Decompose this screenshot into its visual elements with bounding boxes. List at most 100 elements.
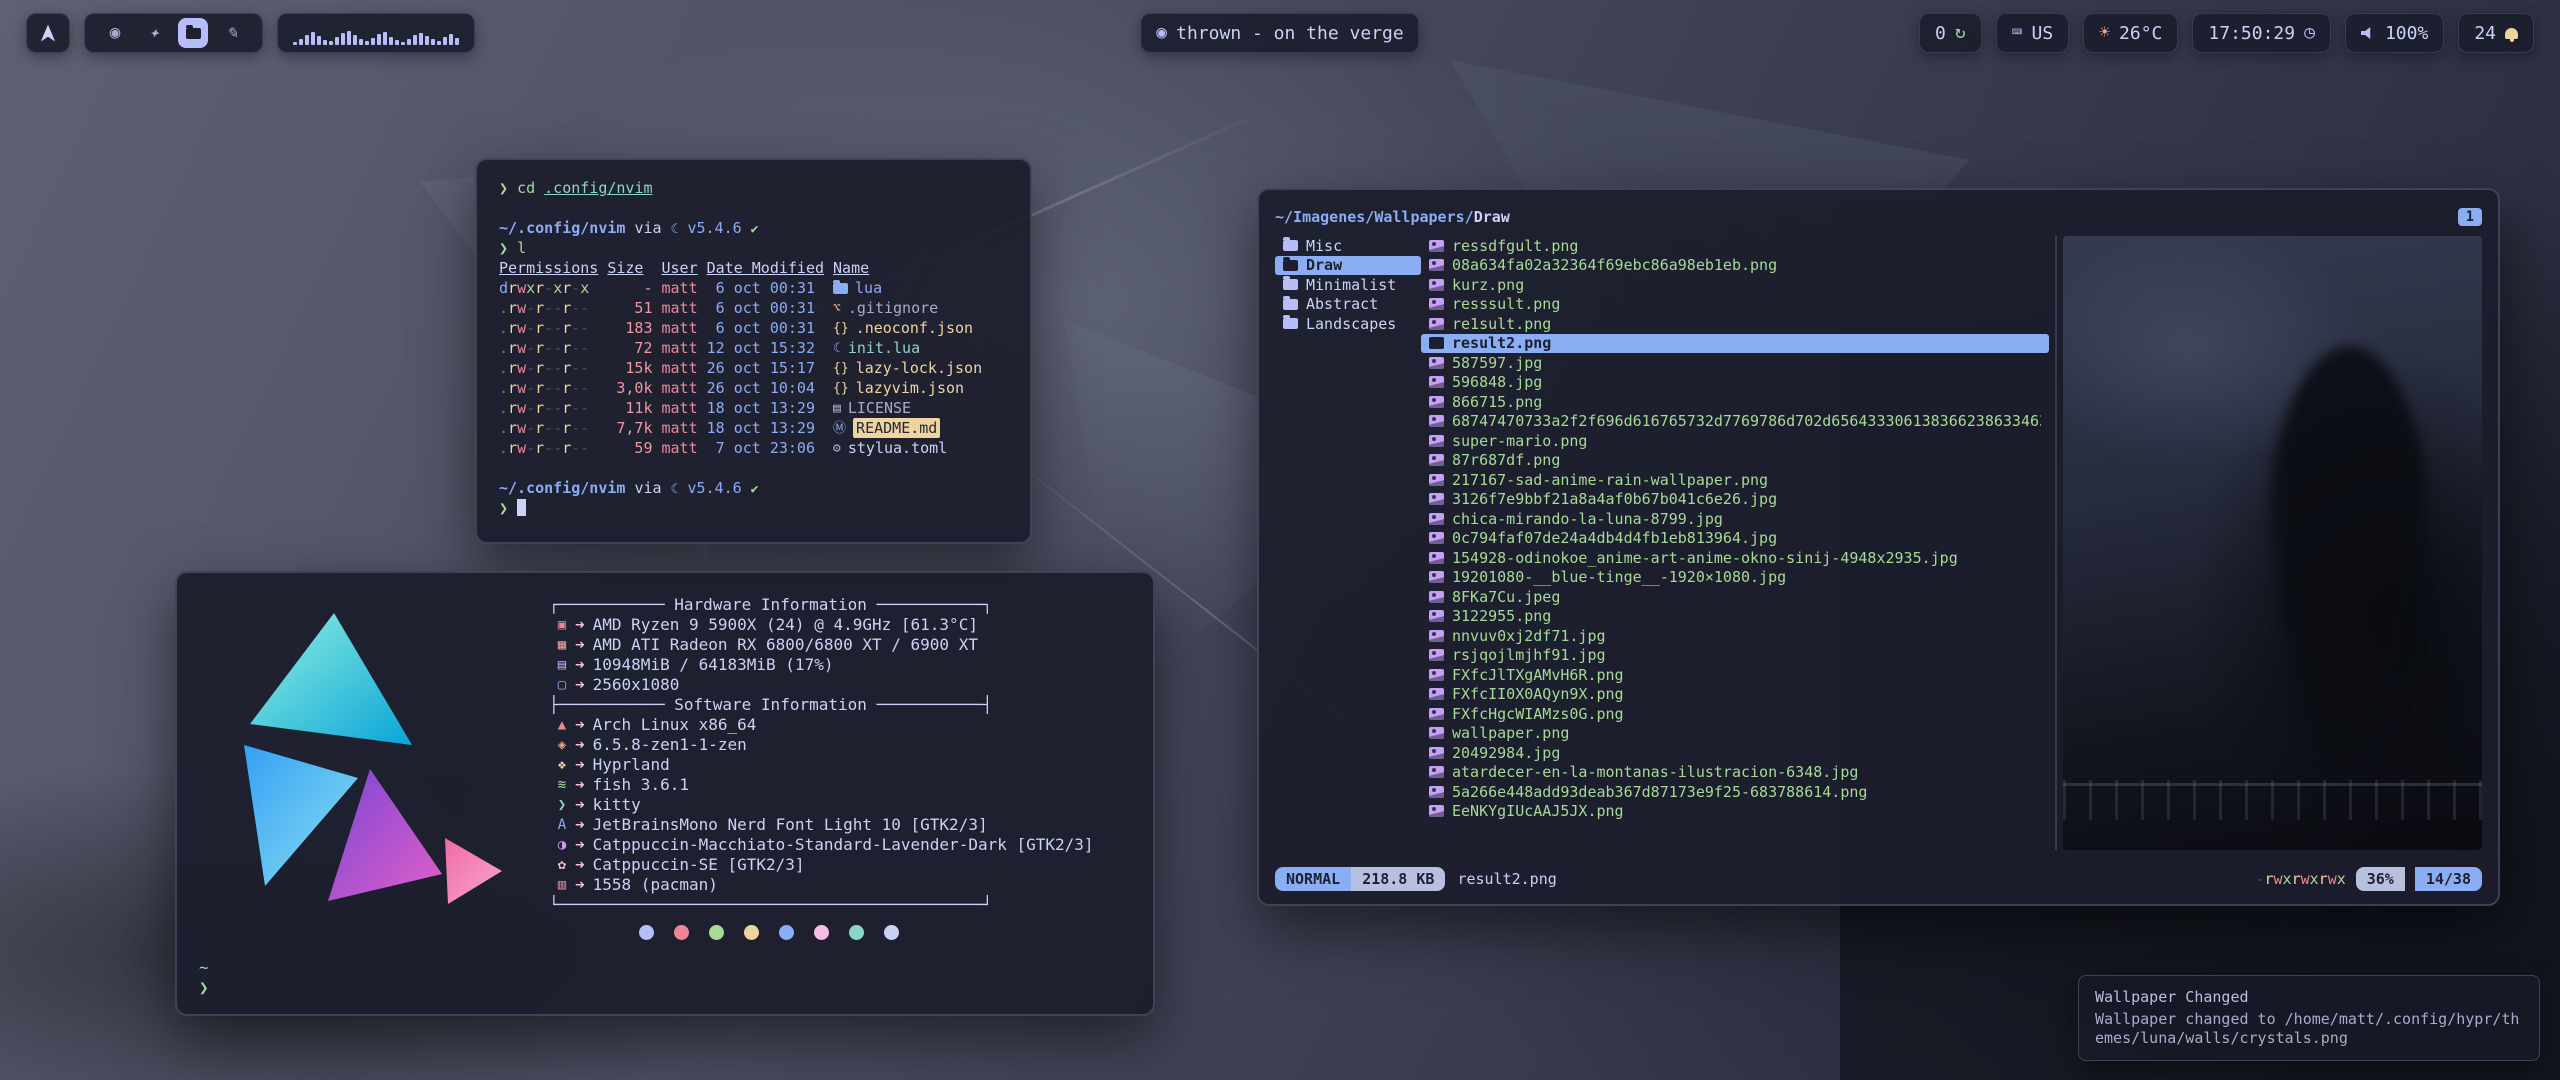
palette-dot	[744, 925, 759, 940]
file-row[interactable]: FXfcII0X0AQyn9X.png	[1421, 685, 2049, 705]
keyboard-layout-module[interactable]: ⌨ US	[1996, 13, 2070, 53]
file-row: .rw-r--r-- 59 matt 7 oct 23:06 ⚙stylua.t…	[499, 438, 1008, 458]
arrow-icon: ➜	[575, 835, 585, 855]
file-row[interactable]: super-mario.png	[1421, 431, 2049, 451]
file-row[interactable]: FXfcHgcWIAMzs0G.png	[1421, 704, 2049, 724]
file-row[interactable]: kurz.png	[1421, 275, 2049, 295]
file-row[interactable]: 19201080-__blue-tinge__-1920×1080.jpg	[1421, 568, 2049, 588]
file-row[interactable]: FXfcJlTXgAMvH6R.png	[1421, 665, 2049, 685]
file-row[interactable]: EeNKYgIUcAAJ5JX.png	[1421, 802, 2049, 822]
sidebar-folder-row[interactable]: Minimalist	[1275, 275, 1421, 295]
workspace-icon	[186, 28, 201, 39]
file-date: 6 oct 00:31	[707, 318, 824, 338]
file-row[interactable]: 3126f7e9bbf21a8a4af0b67b041c6e26.jpg	[1421, 490, 2049, 510]
visualizer-bar	[353, 35, 357, 45]
file-row[interactable]: 08a634fa02a32364f69ebc86a98eb1eb.png	[1421, 256, 2049, 276]
hardware-section-header: ┌─────────── Hardware Information ──────…	[549, 595, 1094, 615]
file-row[interactable]: 596848.jpg	[1421, 373, 2049, 393]
file-name: .gitignore	[848, 298, 938, 318]
workspace-button[interactable]: ◉	[100, 18, 130, 48]
sidebar-folder-row[interactable]: Draw	[1275, 256, 1421, 276]
sidebar-folder-row[interactable]: Landscapes	[1275, 314, 1421, 334]
launcher-button[interactable]	[26, 13, 70, 53]
file-row[interactable]: resssult.png	[1421, 295, 2049, 315]
info-row: ❯ ➜ kitty	[549, 795, 1094, 815]
file-permissions: drwxr-xr-x	[499, 278, 598, 298]
file-size: 59	[607, 438, 652, 458]
info-row: ▦ ➜ AMD ATI Radeon RX 6800/6800 XT / 690…	[549, 635, 1094, 655]
file-size: 183	[607, 318, 652, 338]
clock-module[interactable]: ◷ 17:50:29	[2192, 13, 2331, 53]
file-row[interactable]: rsjqojlmjhf91.jpg	[1421, 646, 2049, 666]
info-row: ▲ ➜ Arch Linux x86_64	[549, 715, 1094, 735]
info-icon: ✿	[549, 855, 575, 875]
active-window-module[interactable]: ◉ thrown - on the verge	[1140, 13, 1419, 53]
info-text: Hyprland	[593, 755, 670, 775]
file-row[interactable]: 20492984.jpg	[1421, 743, 2049, 763]
file-row[interactable]: 217167-sad-anime-rain-wallpaper.png	[1421, 470, 2049, 490]
workspace-button[interactable]: ✦	[139, 18, 169, 48]
wallpaper-notification[interactable]: Wallpaper Changed Wallpaper changed to /…	[2078, 975, 2540, 1061]
file-row[interactable]: result2.png	[1421, 334, 2049, 354]
file-row[interactable]: 68747470733a2f2f696d616765732d7769786d70…	[1421, 412, 2049, 432]
file-name: lua	[855, 278, 882, 298]
module-value: 24	[2474, 23, 2496, 44]
file-type-icon: ☾	[833, 342, 841, 355]
file-row[interactable]: 3122955.png	[1421, 607, 2049, 627]
file-name: README.md	[853, 418, 940, 438]
yazi-file-manager-window[interactable]: ~/Imagenes/Wallpapers/ Draw 1 Misc Draw …	[1257, 188, 2500, 906]
workspace-icon: ✎	[227, 24, 238, 42]
workspace-button[interactable]	[178, 18, 208, 48]
visualizer-bar	[419, 33, 423, 45]
visualizer-bar	[455, 38, 459, 45]
file-row[interactable]: chica-mirando-la-luna-8799.jpg	[1421, 509, 2049, 529]
folder-icon	[1283, 299, 1298, 310]
file-row[interactable]: 587597.jpg	[1421, 353, 2049, 373]
file-row[interactable]: re1sult.png	[1421, 314, 2049, 334]
temperature-module[interactable]: ☀ 26°C	[2083, 13, 2178, 53]
file-row: .rw-r--r-- 3,0k matt 26 oct 10:04 {}lazy…	[499, 378, 1008, 398]
file-name: result2.png	[1452, 334, 1551, 352]
info-row: ▢ ➜ 2560x1080	[549, 675, 1094, 695]
file-row[interactable]: 866715.png	[1421, 392, 2049, 412]
pane-divider	[2055, 236, 2057, 850]
file-row[interactable]: wallpaper.png	[1421, 724, 2049, 744]
software-section-header: ├─────────── Software Information ──────…	[549, 695, 1094, 715]
file-row[interactable]: 5a266e448add93deab367d87173e9f25-6837886…	[1421, 782, 2049, 802]
file-row: .rw-r--r-- 72 matt 12 oct 15:32 ☾init.lu…	[499, 338, 1008, 358]
file-row[interactable]: nnvuv0xj2df71.jpg	[1421, 626, 2049, 646]
visualizer-bar	[347, 31, 351, 45]
file-name: 154928-odinokoe_anime-art-anime-okno-sin…	[1452, 549, 1958, 567]
image-file-icon	[1429, 708, 1444, 720]
file-name: 20492984.jpg	[1452, 744, 1560, 762]
shell-prompt-line: ❯	[499, 498, 1008, 518]
image-file-icon	[1429, 337, 1444, 349]
sidebar-folder-row[interactable]: Abstract	[1275, 295, 1421, 315]
updates-module[interactable]: ↻ 0	[1919, 13, 1982, 53]
image-file-icon	[1429, 435, 1444, 447]
file-size: 3,0k	[607, 378, 652, 398]
file-name: 3126f7e9bbf21a8a4af0b67b041c6e26.jpg	[1452, 490, 1777, 508]
notifications-module[interactable]: 24	[2458, 13, 2534, 53]
visualizer-bar	[377, 34, 381, 45]
image-file-icon	[1429, 415, 1444, 427]
arrow-icon: ➜	[575, 875, 585, 895]
info-icon: ▣	[549, 615, 575, 635]
file-type-icon: {}	[833, 382, 849, 395]
file-row[interactable]: 8FKa7Cu.jpeg	[1421, 587, 2049, 607]
sidebar-folder-row[interactable]: Misc	[1275, 236, 1421, 256]
file-row[interactable]: 154928-odinokoe_anime-art-anime-okno-sin…	[1421, 548, 2049, 568]
info-icon: ◈	[549, 735, 575, 755]
file-row[interactable]: atardecer-en-la-montanas-ilustracion-634…	[1421, 763, 2049, 783]
file-row[interactable]: ressdfgult.png	[1421, 236, 2049, 256]
tab-badge[interactable]: 1	[2458, 208, 2482, 226]
volume-module[interactable]: 100%	[2345, 13, 2444, 53]
fastfetch-terminal-window[interactable]: ┌─────────── Hardware Information ──────…	[175, 571, 1155, 1016]
file-name: atardecer-en-la-montanas-ilustracion-634…	[1452, 763, 1858, 781]
folder-name: Abstract	[1306, 295, 1378, 313]
file-row[interactable]: 0c794faf07de24a4db4d4fb1eb813964.jpg	[1421, 529, 2049, 549]
file-row[interactable]: 87r687df.png	[1421, 451, 2049, 471]
workspace-button[interactable]: ✎	[217, 18, 247, 48]
visualizer-bar	[401, 42, 405, 45]
kitty-terminal-nvim-window[interactable]: ❯ cd .config/nvim ~/.config/nvim via ☾ v…	[475, 158, 1032, 544]
